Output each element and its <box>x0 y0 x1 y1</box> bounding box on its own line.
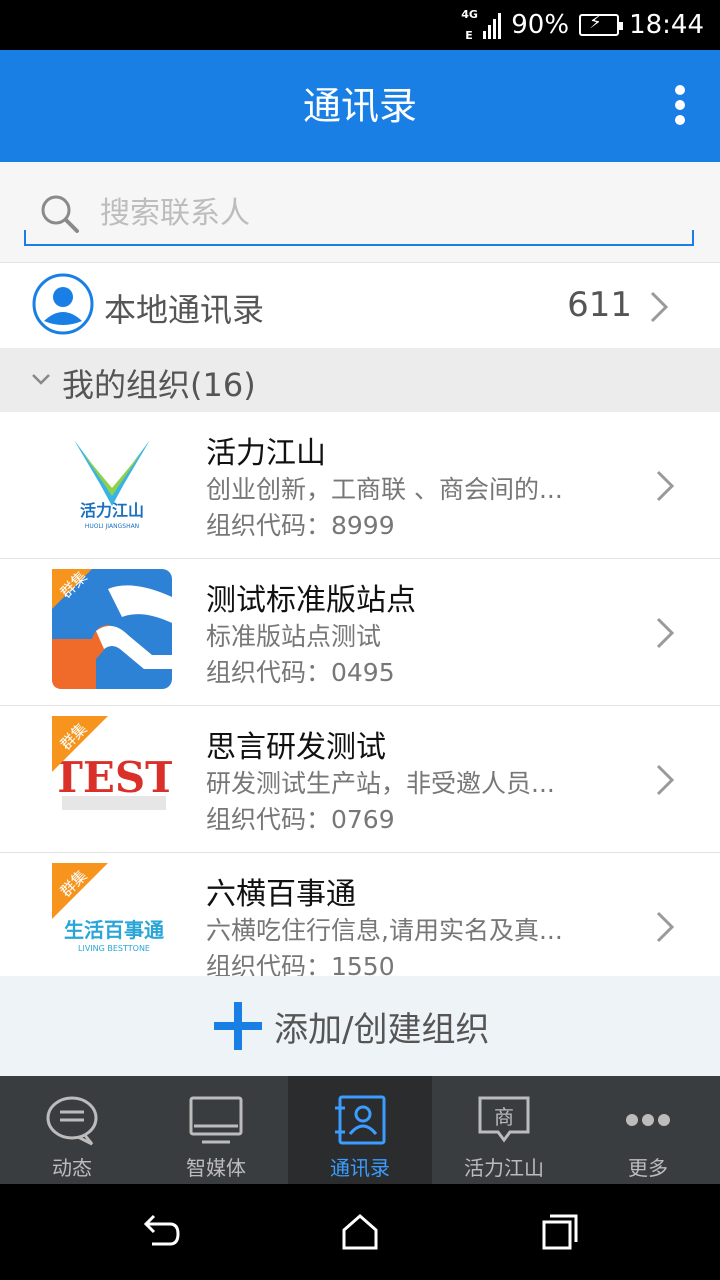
status-bar: 4G E 90% ⚡ 18:44 <box>0 0 720 50</box>
org-name: 活力江山 <box>206 436 326 471</box>
dot-icon <box>675 85 685 95</box>
dot-icon <box>675 100 685 110</box>
chevron-right-icon <box>656 911 675 943</box>
group-title: 我的组织(16) <box>62 366 256 404</box>
my-organizations-header[interactable]: 我的组织(16) <box>0 348 720 412</box>
shop-icon: 商 <box>478 1096 530 1143</box>
chat-bubble-icon <box>46 1096 98 1146</box>
tab-huoli-jiangshan[interactable]: 商 活力江山 <box>432 1076 576 1184</box>
search-input[interactable] <box>98 190 682 236</box>
tab-more[interactable]: 更多 <box>576 1076 720 1184</box>
back-icon[interactable] <box>140 1212 180 1252</box>
org-description: 创业创新，工商联 、商会间的... <box>206 475 563 504</box>
chevron-right-icon <box>656 470 675 502</box>
recent-apps-icon[interactable] <box>540 1212 580 1252</box>
shenghuo-besttone-logo: 生活百事通 LIVING BESTTONE 群集 <box>52 863 172 976</box>
org-description: 标准版站点测试 <box>206 622 382 651</box>
standard-site-logo: 群集 <box>52 569 172 689</box>
monitor-icon <box>189 1096 243 1144</box>
more-dots-icon <box>626 1114 670 1126</box>
huoli-jiangshan-logo: 活力江山 HUOLI JIANGSHAN <box>74 440 150 530</box>
app-bar: 通讯录 <box>0 50 720 162</box>
contacts-icon <box>335 1095 386 1145</box>
battery-percent: 90% <box>511 10 570 40</box>
local-contacts-label: 本地通讯录 <box>104 291 265 329</box>
tab-smart-media[interactable]: 智媒体 <box>144 1076 288 1184</box>
chevron-down-icon <box>32 374 50 385</box>
org-description: 研发测试生产站，非受邀人员... <box>206 769 555 798</box>
dot-icon <box>675 115 685 125</box>
list-item[interactable]: 活力江山 HUOLI JIANGSHAN 活力江山 创业创新，工商联 、商会间的… <box>0 412 720 559</box>
svg-text:TEST: TEST <box>52 753 172 802</box>
svg-text:活力江山: 活力江山 <box>80 501 144 520</box>
org-name: 六横百事通 <box>206 877 356 912</box>
org-code: 组织代码：0495 <box>206 658 395 687</box>
search-box[interactable] <box>24 182 694 246</box>
list-item[interactable]: TEST 群集 思言研发测试 研发测试生产站，非受邀人员... 组织代码：076… <box>0 706 720 853</box>
home-icon[interactable] <box>340 1212 380 1252</box>
list-item[interactable]: 群集 测试标准版站点 标准版站点测试 组织代码：0495 <box>0 559 720 706</box>
add-organization-label: 添加/创建组织 <box>274 1010 490 1050</box>
system-nav-bar <box>0 1184 720 1280</box>
bottom-tab-bar: 动态 智媒体 通讯录 商 活力江山 更多 <box>0 1076 720 1184</box>
add-organization-button[interactable]: 添加/创建组织 <box>0 976 720 1076</box>
chevron-right-icon <box>656 764 675 796</box>
person-icon <box>32 273 94 335</box>
search-bar <box>0 162 720 262</box>
chevron-right-icon <box>656 617 675 649</box>
list-item[interactable]: 生活百事通 LIVING BESTTONE 群集 六横百事通 六横吃住行信息,请… <box>0 853 720 976</box>
overflow-menu-button[interactable] <box>670 82 690 132</box>
svg-text:HUOLI JIANGSHAN: HUOLI JIANGSHAN <box>85 523 139 530</box>
tab-dynamic[interactable]: 动态 <box>0 1076 144 1184</box>
local-contacts-row[interactable]: 本地通讯录 611 <box>0 262 720 349</box>
org-description: 六横吃住行信息,请用实名及真... <box>206 916 563 945</box>
battery-icon: ⚡ <box>579 12 624 36</box>
chevron-right-icon <box>650 291 669 323</box>
search-icon <box>41 195 79 233</box>
page-title: 通讯录 <box>302 84 417 128</box>
org-code: 组织代码：8999 <box>206 511 395 540</box>
organization-list: 活力江山 HUOLI JIANGSHAN 活力江山 创业创新，工商联 、商会间的… <box>0 412 720 976</box>
local-contacts-count: 611 <box>567 285 632 325</box>
test-logo: TEST 群集 <box>52 716 172 836</box>
tab-contacts[interactable]: 通讯录 <box>288 1076 432 1184</box>
svg-text:商: 商 <box>494 1105 514 1129</box>
svg-text:生活百事通: 生活百事通 <box>64 918 164 942</box>
org-code: 组织代码：0769 <box>206 805 395 834</box>
signal-icon: 4G E <box>461 7 502 43</box>
org-name: 测试标准版站点 <box>206 583 416 618</box>
svg-text:LIVING BESTTONE: LIVING BESTTONE <box>78 944 150 953</box>
plus-icon <box>214 1002 262 1050</box>
org-name: 思言研发测试 <box>206 730 386 765</box>
clock: 18:44 <box>629 10 704 40</box>
org-code: 组织代码：1550 <box>206 952 395 976</box>
